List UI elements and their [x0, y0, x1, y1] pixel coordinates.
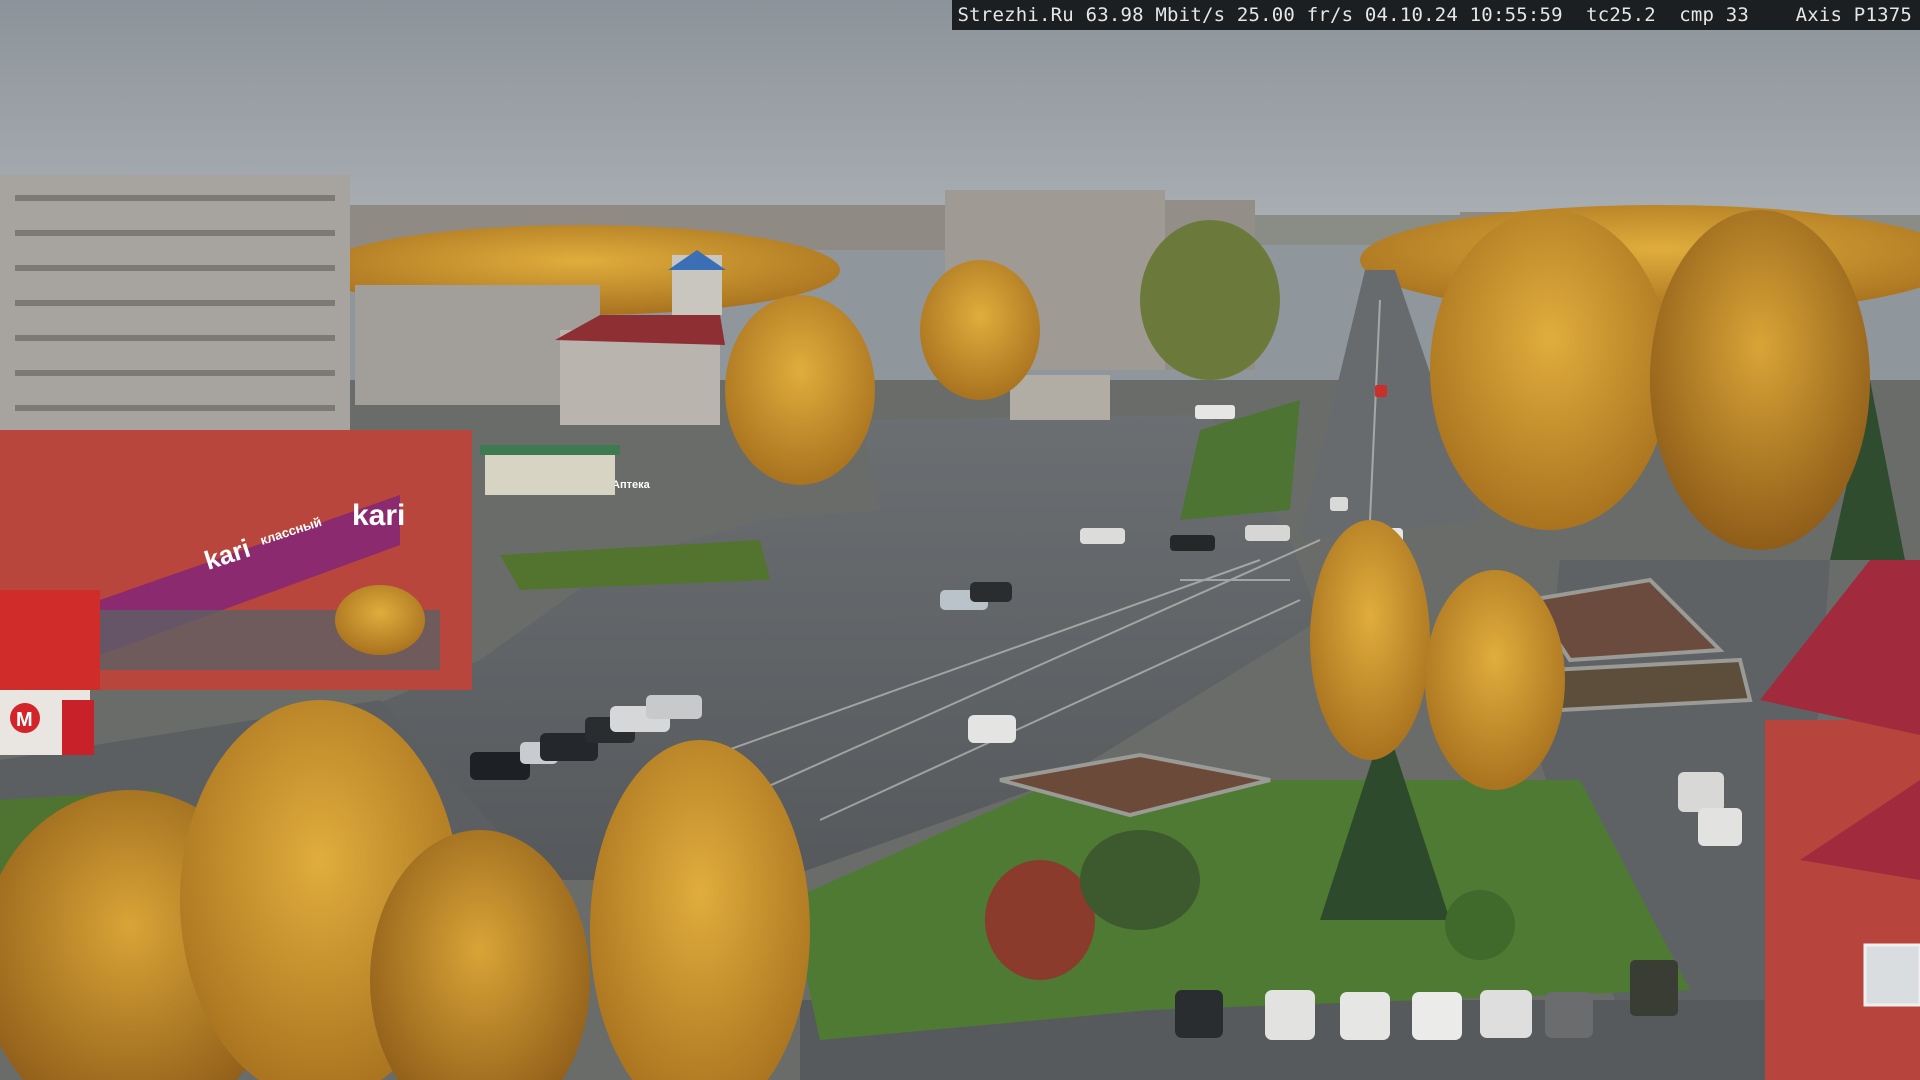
osd-date: 04.10.24	[1364, 4, 1459, 26]
right-building-window	[1863, 943, 1920, 1007]
building-red-roof	[560, 330, 720, 425]
pharmacy-sign: Аптека	[612, 479, 651, 491]
kiosk	[485, 450, 615, 495]
kiosk-roof	[480, 445, 620, 455]
right-building	[1765, 720, 1920, 1080]
osd-cmp: cmp 33	[1679, 4, 1750, 26]
store-red-corner	[0, 590, 100, 690]
camera-osd-overlay: Strezhi.Ru 63.98 Mbit/s 25.00 fr/s 04.10…	[951, 0, 1920, 30]
webcam-scene: kari kari классный Аптека M	[0, 0, 1920, 1080]
osd-camera-model: Axis P1375	[1795, 4, 1912, 26]
grocery-logo: M	[16, 709, 33, 731]
osd-tc: tc25.2	[1586, 4, 1656, 26]
osd-bitrate: 63.98 Mbit/s	[1085, 4, 1226, 26]
osd-framerate: 25.00 fr/s	[1236, 4, 1354, 26]
osd-time: 10:55:59	[1469, 4, 1563, 26]
store-brand-sign: kari	[352, 499, 405, 532]
truck-cab	[62, 700, 94, 755]
small-building-center	[1010, 375, 1110, 420]
osd-site: Strezhi.Ru	[957, 4, 1074, 26]
flower-bed-right-2	[1547, 657, 1753, 713]
